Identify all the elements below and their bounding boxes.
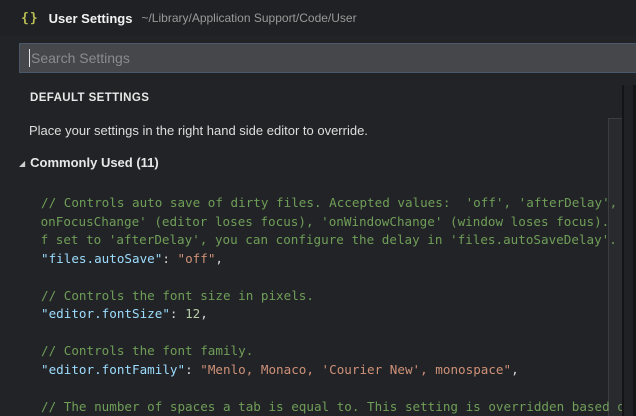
editor-title-bar: {} User Settings ~/Library/Application S… bbox=[0, 0, 636, 36]
code-line bbox=[41, 324, 623, 343]
json-file-icon: {} bbox=[21, 11, 39, 26]
default-settings-pane: DEFAULT SETTINGS Place your settings in … bbox=[0, 85, 623, 416]
search-settings-bar bbox=[0, 36, 636, 85]
code-line bbox=[41, 379, 623, 398]
code-token-comment: // Controls auto save of dirty files. Ac… bbox=[41, 195, 617, 210]
code-token-punct: : bbox=[162, 251, 177, 266]
code-token-comment: If set to 'afterDelay', you can configur… bbox=[41, 232, 617, 247]
code-token-comment: 'onFocusChange' (editor loses focus), 'o… bbox=[41, 214, 609, 229]
collapse-twisty-icon[interactable]: ◢ bbox=[19, 159, 25, 168]
search-settings-input[interactable] bbox=[19, 43, 636, 73]
code-block[interactable]: // Controls auto save of dirty files. Ac… bbox=[41, 194, 623, 416]
code-token-punct: , bbox=[215, 251, 223, 266]
code-line: // The number of spaces a tab is equal t… bbox=[41, 398, 623, 416]
default-settings-heading: DEFAULT SETTINGS bbox=[30, 92, 149, 104]
group-commonly-used[interactable]: ◢ Commonly Used (11) bbox=[19, 155, 159, 170]
editor-title: User Settings bbox=[49, 11, 133, 26]
code-token-key: "files.autoSave" bbox=[41, 251, 162, 266]
code-token-key: "editor.fontSize" bbox=[41, 306, 170, 321]
code-line: If set to 'afterDelay', you can configur… bbox=[41, 231, 623, 250]
code-token-punct: , bbox=[511, 362, 519, 377]
text-caret bbox=[29, 49, 30, 67]
code-token-punct: : bbox=[185, 362, 200, 377]
code-token-number: 12 bbox=[185, 306, 200, 321]
code-token-string: "Menlo, Monaco, 'Courier New', monospace… bbox=[200, 362, 511, 377]
code-line bbox=[41, 268, 623, 287]
code-token-comment: // Controls the font size in pixels. bbox=[41, 288, 314, 303]
user-settings-pane bbox=[624, 85, 636, 416]
code-token-comment: // The number of spaces a tab is equal t… bbox=[41, 399, 623, 414]
code-line: // Controls auto save of dirty files. Ac… bbox=[41, 194, 623, 213]
group-commonly-used-label: Commonly Used (11) bbox=[30, 155, 159, 170]
code-line: "editor.fontSize": 12, bbox=[41, 305, 623, 324]
code-line: // Controls the font family. bbox=[41, 342, 623, 361]
editor-file-path: ~/Library/Application Support/Code/User bbox=[141, 11, 356, 25]
code-token-key: "editor.fontFamily" bbox=[41, 362, 185, 377]
vertical-scrollbar-slider[interactable] bbox=[608, 118, 623, 416]
code-line: // Controls the font size in pixels. bbox=[41, 287, 623, 306]
code-line: 'onFocusChange' (editor loses focus), 'o… bbox=[41, 213, 623, 232]
code-line: "files.autoSave": "off", bbox=[41, 250, 623, 269]
settings-editor-area: DEFAULT SETTINGS Place your settings in … bbox=[0, 85, 636, 416]
settings-editor: { "header": { "icon_glyph": "{}", "title… bbox=[0, 0, 636, 416]
code-token-comment: // Controls the font family. bbox=[41, 343, 253, 358]
code-token-string: "off" bbox=[178, 251, 216, 266]
code-token-punct: : bbox=[170, 306, 185, 321]
code-token-punct: , bbox=[200, 306, 208, 321]
code-line: "editor.fontFamily": "Menlo, Monaco, 'Co… bbox=[41, 361, 623, 380]
override-hint-text: Place your settings in the right hand si… bbox=[29, 123, 368, 138]
